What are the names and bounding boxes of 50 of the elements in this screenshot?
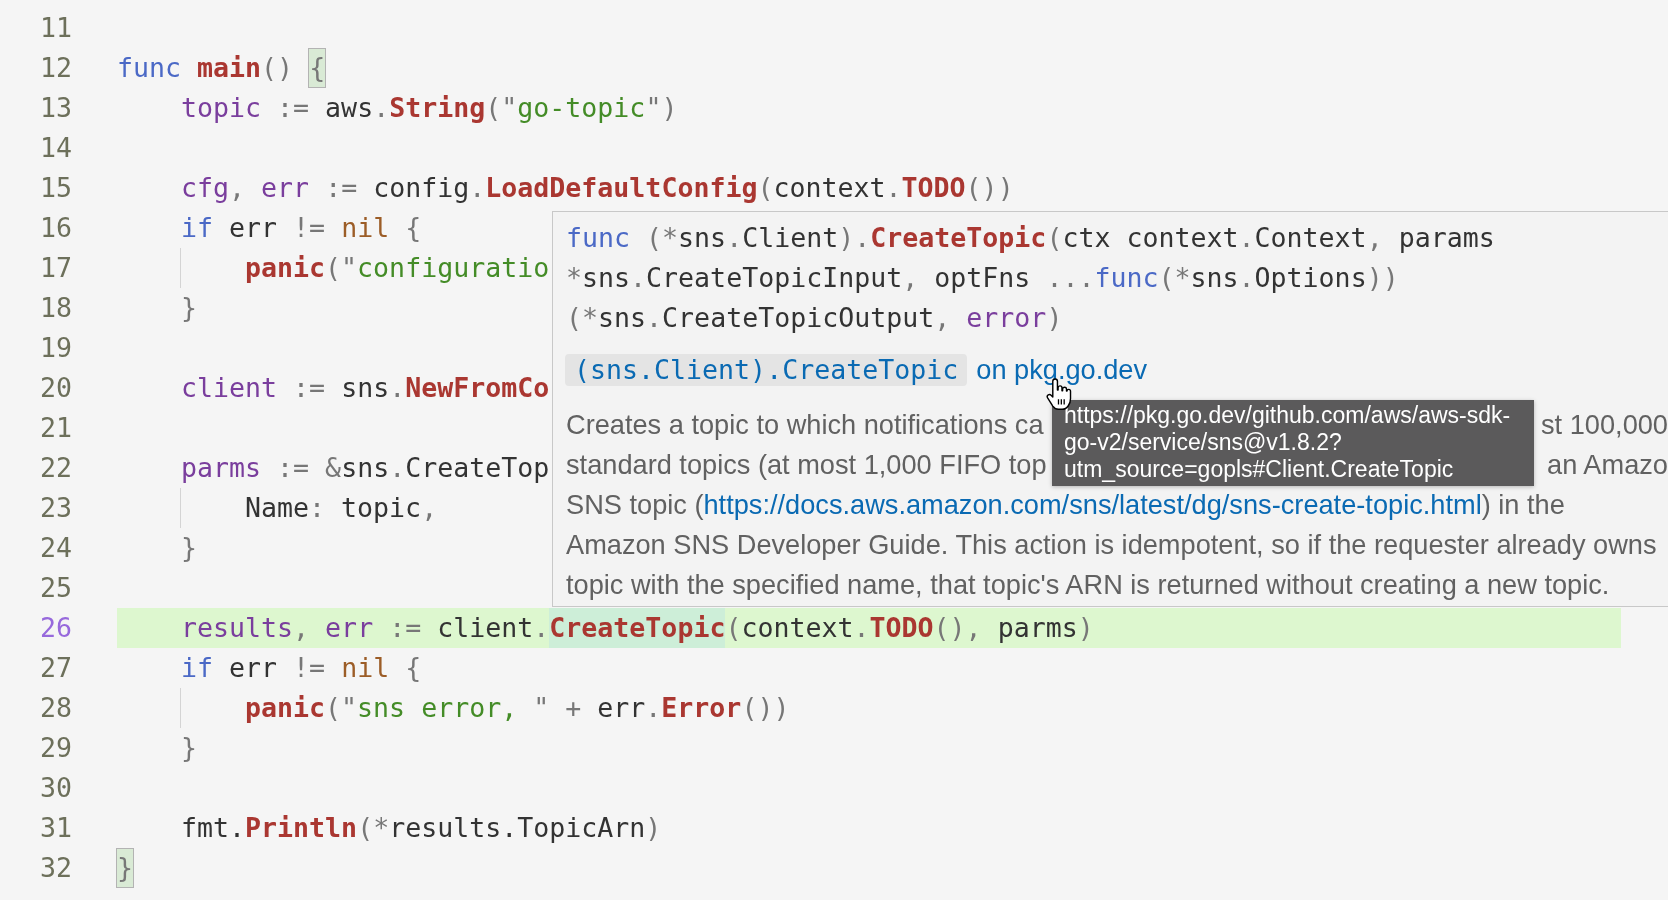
line-number: 19 [38, 331, 72, 365]
code-line: topic := aws.String("go-topic") [181, 91, 678, 125]
line-number: 15 [38, 171, 72, 205]
line-number: 25 [38, 571, 72, 605]
description-text: ) in the [1481, 488, 1565, 520]
description-text: standard topics (at most 1,000 FIFO top [566, 448, 1047, 480]
line-number: 14 [38, 131, 72, 165]
line-number: 20 [38, 371, 72, 405]
line-number: 27 [38, 651, 72, 685]
code-line: if err != nil { [181, 651, 422, 685]
code-line: results, err := client.CreateTopic(context.TODO(), parms) [181, 608, 1094, 648]
code-line: parms := &sns.CreateTop [181, 451, 550, 485]
signature-code: (*sns.CreateTopicOutput, error) [566, 301, 1063, 335]
description-text: Amazon SNS Developer Guide. This action is idempotent, so if the requester already owns [566, 528, 1657, 560]
signature-code: *sns.CreateTopicInput, optFns ...func(*sns.Options)) [566, 261, 1399, 295]
code-line: func main() { [117, 48, 326, 88]
code-line: cfg, err := config.LoadDefaultConfig(context.TODO()) [181, 171, 1014, 205]
line-number: 32 [38, 851, 72, 885]
line-number: 13 [38, 91, 72, 125]
line-number: 22 [38, 451, 72, 485]
line-number: 23 [38, 491, 72, 525]
description-text: an Amazo [1547, 448, 1668, 480]
code-line: } [181, 531, 197, 565]
code-line: } [181, 291, 197, 325]
line-number: 17 [38, 251, 72, 285]
line-number: 29 [38, 731, 72, 765]
description-text: st 100,000 [1541, 408, 1668, 440]
line-number: 21 [38, 411, 72, 445]
code-line: Name: topic, [245, 491, 438, 525]
line-number: 24 [38, 531, 72, 565]
code-line: panic("sns error, " + err.Error()) [245, 691, 790, 725]
line-number: 12 [38, 51, 72, 85]
code-line: } [181, 731, 197, 765]
code-line: panic("configuratio [245, 251, 550, 285]
tooltip-url: https://pkg.go.dev/github.com/aws/aws-sdk- go-v2/service/sns@v1.8.2? utm_source=gopls#Client.CreateTopic [1064, 402, 1512, 483]
signature-code: func (*sns.Client).CreateTopic(ctx context.Context, params [566, 221, 1495, 255]
description-text: Creates a topic to which notifications ca [566, 408, 1044, 440]
line-number: 28 [38, 691, 72, 725]
code-line: client := sns.NewFromCo [181, 371, 550, 405]
description-text: topic with the specified name, that topic's ARN is returned without creating a new topic. [566, 568, 1610, 600]
code-line: if err != nil { [181, 211, 422, 245]
line-number: 30 [38, 771, 72, 805]
docs-url-link[interactable]: https://docs.aws.amazon.com/sns/latest/dg/sns-create-topic.html [703, 488, 1482, 520]
line-number: 31 [38, 811, 72, 845]
line-number: 16 [38, 211, 72, 245]
description-text: SNS topic ( [566, 488, 704, 520]
line-number: 26 [38, 611, 72, 645]
code-line: fmt.Println(*results.TopicArn) [181, 811, 662, 845]
line-number: 18 [38, 291, 72, 325]
line-number: 11 [38, 11, 72, 45]
